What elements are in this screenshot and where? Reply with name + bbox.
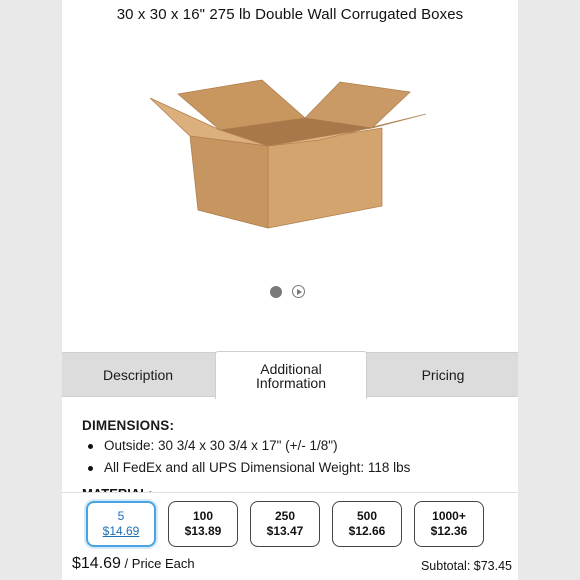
tab-description-label: Description	[102, 367, 174, 383]
tier-100-button[interactable]: 100 $13.89	[168, 501, 238, 547]
tier-price: $13.47	[266, 524, 304, 538]
tier-price: $12.66	[348, 524, 386, 538]
tier-5-button[interactable]: 5 $14.69	[86, 501, 156, 547]
tier-500-button[interactable]: 500 $12.66	[332, 501, 402, 547]
image-dot-icon[interactable]	[270, 285, 282, 298]
tier-250-button[interactable]: 250 $13.47	[250, 501, 320, 547]
carousel-indicators	[270, 285, 305, 298]
tab-pricing[interactable]: Pricing	[368, 353, 518, 397]
tab-additional-information-label: Additional Information	[255, 360, 327, 391]
list-item: Outside: 30 3/4 x 30 3/4 x 17" (+/- 1/8"…	[88, 435, 502, 457]
list-item: All FedEx and all UPS Dimensional Weight…	[88, 457, 502, 479]
quantity-price-bar: 5 $14.69 100 $13.89 250 $13.47 500 $12.6…	[62, 492, 518, 580]
tier-qty: 5	[117, 509, 125, 523]
tier-qty: 100	[192, 509, 214, 523]
info-tab-bar: Description Additional Information Prici…	[62, 351, 518, 399]
tab-pricing-label: Pricing	[421, 367, 465, 383]
dimensions-heading: DIMENSIONS:	[82, 418, 175, 433]
product-title: 30 x 30 x 16" 275 lb Double Wall Corruga…	[116, 6, 464, 23]
cardboard-box-image[interactable]	[150, 78, 430, 238]
tier-qty: 1000+	[432, 509, 466, 523]
subtotal: Subtotal: $73.45	[420, 559, 512, 573]
tier-qty: 500	[356, 509, 378, 523]
tier-price: $14.69	[102, 524, 140, 538]
tier-1000-plus-button[interactable]: 1000+ $12.36	[414, 501, 484, 547]
additional-information-panel: DIMENSIONS: Outside: 30 3/4 x 30 3/4 x 1…	[82, 418, 502, 479]
unit-price: $14.69 / Price Each	[72, 555, 195, 573]
unit-price-value: $14.69	[72, 555, 121, 572]
tier-price: $13.89	[184, 524, 222, 538]
dimensions-list: Outside: 30 3/4 x 30 3/4 x 17" (+/- 1/8"…	[88, 435, 502, 479]
tab-additional-information[interactable]: Additional Information	[215, 351, 367, 399]
tab-description[interactable]: Description	[62, 353, 214, 397]
tier-qty: 250	[274, 509, 296, 523]
video-play-icon[interactable]	[292, 285, 305, 298]
tier-price: $12.36	[430, 524, 468, 538]
unit-price-label: / Price Each	[120, 556, 195, 571]
